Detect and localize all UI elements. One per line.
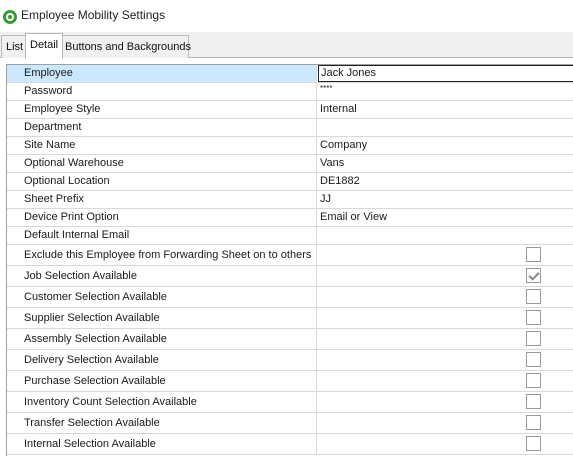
option-row-supplier-selection[interactable]: Supplier Selection Available [7, 308, 573, 329]
purchase-selection-checkbox[interactable] [526, 373, 541, 388]
option-row-delivery-selection[interactable]: Delivery Selection Available [7, 350, 573, 371]
detail-panel: Employee Jack Jones Password **** Employ… [0, 58, 573, 462]
property-row-employee-style[interactable]: Employee Style Internal [7, 101, 573, 119]
property-row-sheet-prefix[interactable]: Sheet Prefix JJ [7, 191, 573, 209]
option-value-cell [318, 245, 573, 265]
option-value-cell [318, 350, 573, 370]
option-label: Assembly Selection Available [7, 329, 317, 349]
option-label: Customer Selection Available [7, 287, 317, 307]
assembly-selection-checkbox[interactable] [526, 331, 541, 346]
option-value-cell [318, 413, 573, 433]
property-grid: Employee Jack Jones Password **** Employ… [6, 64, 573, 456]
property-row-employee[interactable]: Employee Jack Jones [7, 65, 573, 83]
property-label: Device Print Option [7, 209, 317, 226]
option-row-inventory-count-selection[interactable]: Inventory Count Selection Available [7, 392, 573, 413]
property-label: Employee Style [7, 101, 317, 118]
property-value-device-print-option[interactable]: Email or View [318, 209, 573, 226]
title-bar: Employee Mobility Settings [0, 0, 573, 32]
property-row-device-print-option[interactable]: Device Print Option Email or View [7, 209, 573, 227]
property-row-optional-warehouse[interactable]: Optional Warehouse Vans [7, 155, 573, 173]
property-label: Default Internal Email [7, 227, 317, 244]
option-value-cell [318, 308, 573, 328]
option-value-cell [318, 434, 573, 454]
property-value-default-internal-email[interactable] [318, 227, 573, 244]
property-value-employee[interactable]: Jack Jones [318, 65, 573, 82]
property-row-password[interactable]: Password **** [7, 83, 573, 101]
job-selection-checkbox[interactable] [526, 268, 541, 283]
property-label: Password [7, 83, 317, 100]
property-value-password[interactable]: **** [318, 83, 573, 100]
option-label: Job Selection Available [7, 266, 317, 286]
property-value-sheet-prefix[interactable]: JJ [318, 191, 573, 208]
option-value-cell [318, 287, 573, 307]
tab-detail[interactable]: Detail [25, 33, 64, 59]
option-value-cell [318, 266, 573, 286]
customer-selection-checkbox[interactable] [526, 289, 541, 304]
property-label: Sheet Prefix [7, 191, 317, 208]
property-value-optional-location[interactable]: DE1882 [318, 173, 573, 190]
option-value-cell [318, 329, 573, 349]
option-value-cell [318, 371, 573, 391]
option-label: Exclude this Employee from Forwarding Sh… [7, 245, 317, 265]
option-row-assembly-selection[interactable]: Assembly Selection Available [7, 329, 573, 350]
option-row-job-selection[interactable]: Job Selection Available [7, 266, 573, 287]
window-title: Employee Mobility Settings [21, 8, 166, 22]
property-label: Department [7, 119, 317, 136]
property-row-default-internal-email[interactable]: Default Internal Email [7, 227, 573, 245]
property-value-department[interactable] [318, 119, 573, 136]
property-row-optional-location[interactable]: Optional Location DE1882 [7, 173, 573, 191]
option-value-cell [318, 392, 573, 412]
option-label: Delivery Selection Available [7, 350, 317, 370]
property-value-optional-warehouse[interactable]: Vans [318, 155, 573, 172]
property-value-employee-style[interactable]: Internal [318, 101, 573, 118]
delivery-selection-checkbox[interactable] [526, 352, 541, 367]
property-label: Optional Location [7, 173, 317, 190]
option-row-customer-selection[interactable]: Customer Selection Available [7, 287, 573, 308]
tab-strip: List Detail Buttons and Backgrounds [0, 32, 573, 59]
internal-selection-checkbox[interactable] [526, 436, 541, 451]
option-row-transfer-selection[interactable]: Transfer Selection Available [7, 413, 573, 434]
property-row-site-name[interactable]: Site Name Company [7, 137, 573, 155]
option-label: Inventory Count Selection Available [7, 392, 317, 412]
property-label: Employee [7, 65, 317, 82]
property-label: Site Name [7, 137, 317, 154]
option-row-internal-selection[interactable]: Internal Selection Available [7, 434, 573, 455]
option-label: Supplier Selection Available [7, 308, 317, 328]
inventory-count-selection-checkbox[interactable] [526, 394, 541, 409]
app-logo-icon [3, 10, 17, 24]
supplier-selection-checkbox[interactable] [526, 310, 541, 325]
exclude-forwarding-checkbox[interactable] [526, 247, 541, 262]
option-row-purchase-selection[interactable]: Purchase Selection Available [7, 371, 573, 392]
property-label: Optional Warehouse [7, 155, 317, 172]
tab-buttons-and-backgrounds[interactable]: Buttons and Backgrounds [60, 35, 191, 58]
option-label: Purchase Selection Available [7, 371, 317, 391]
option-row-exclude-forwarding[interactable]: Exclude this Employee from Forwarding Sh… [7, 245, 573, 266]
transfer-selection-checkbox[interactable] [526, 415, 541, 430]
option-label: Transfer Selection Available [7, 413, 317, 433]
option-label: Internal Selection Available [7, 434, 317, 454]
property-value-site-name[interactable]: Company [318, 137, 573, 154]
property-row-department[interactable]: Department [7, 119, 573, 137]
